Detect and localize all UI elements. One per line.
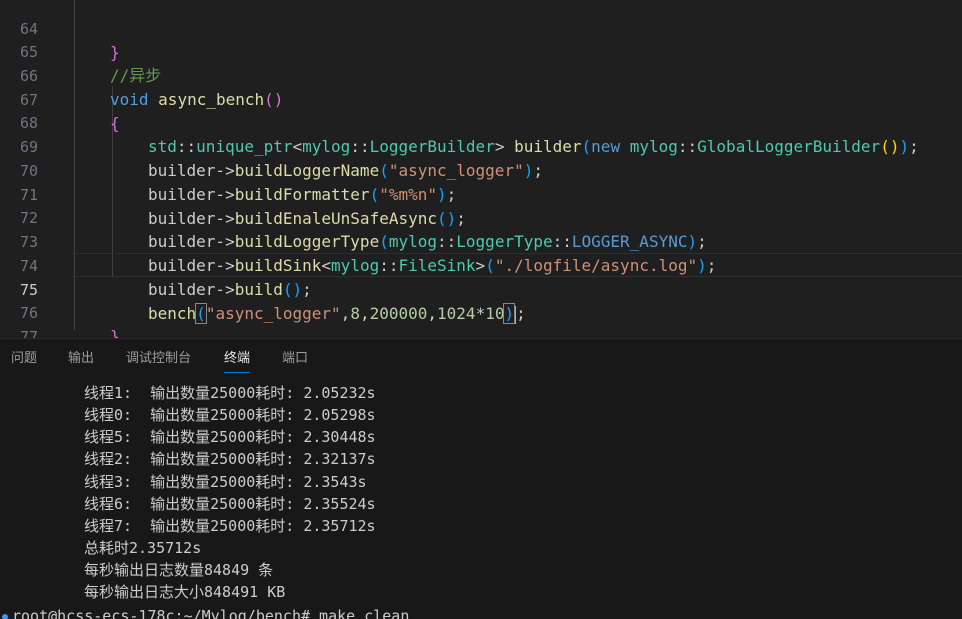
code-line-64[interactable]: 64 } — [0, 0, 962, 62]
tab-ports[interactable]: 端口 — [282, 347, 308, 372]
code-line-73[interactable]: 73 builder->buildSink<mylog::FileSink>("… — [0, 206, 962, 275]
command-status-icon[interactable] — [2, 613, 8, 619]
tab-terminal[interactable]: 终端 — [224, 347, 251, 373]
code-line-71[interactable]: 71 builder->buildEnaleUnSafeAsync(); — [0, 159, 962, 228]
code-line-72[interactable]: 72 builder->buildLoggerType(mylog::Logge… — [0, 182, 962, 251]
terminal-output[interactable]: 线程1: 输出数量25000耗时: 2.05232s 线程0: 输出数量2500… — [0, 380, 962, 619]
code-line-67[interactable]: 67 { — [0, 64, 962, 133]
terminal-line: 线程0: 输出数量25000耗时: 2.05298s — [84, 406, 376, 424]
code-line-77[interactable]: 77 — [0, 301, 962, 338]
code-line-76[interactable]: 76 } — [0, 277, 962, 338]
terminal-line: 线程1: 输出数量25000耗时: 2.05232s — [84, 384, 376, 402]
prompt-text: root@hcss-ecs-178c:~/Mylog/bench# make c… — [12, 607, 410, 619]
code-editor[interactable]: 64 } 65 //异步 66 void async_bench() 67 { … — [0, 0, 962, 338]
code-line-66[interactable]: 66 void async_bench() — [0, 40, 962, 109]
tab-output[interactable]: 输出 — [68, 347, 94, 372]
terminal-prompt[interactable]: root@hcss-ecs-178c:~/Mylog/bench# make c… — [2, 605, 409, 619]
code-line-69[interactable]: 69 builder->buildLoggerName("async_logge… — [0, 111, 962, 180]
code-line-65[interactable]: 65 //异步 — [0, 16, 962, 85]
terminal-line: 线程7: 输出数量25000耗时: 2.35712s — [84, 517, 376, 535]
terminal-line: 线程5: 输出数量25000耗时: 2.30448s — [84, 428, 376, 446]
code-line-78[interactable]: 78 } — [0, 324, 962, 338]
terminal-line: 线程6: 输出数量25000耗时: 2.35524s — [84, 495, 376, 513]
terminal-line: 线程2: 输出数量25000耗时: 2.32137s — [84, 450, 376, 468]
terminal-line: 总耗时2.35712s — [84, 539, 202, 557]
terminal-line: 线程3: 输出数量25000耗时: 2.3543s — [84, 473, 367, 491]
code-line-74[interactable]: 74 builder->build(); — [0, 230, 962, 299]
terminal-line: 每秒输出日志数量84849 条 — [84, 561, 274, 579]
code-line-68[interactable]: 68 std::unique_ptr<mylog::LoggerBuilder>… — [0, 87, 962, 156]
tab-debug-console[interactable]: 调试控制台 — [126, 347, 191, 372]
panel-tab-bar: 问题 输出 调试控制台 终端 端口 — [0, 339, 962, 375]
terminal-line: 每秒输出日志大小848491 KB — [84, 583, 286, 601]
tab-problems[interactable]: 问题 — [11, 347, 37, 372]
code-line-70[interactable]: 70 builder->buildFormatter("%m%n"); — [0, 135, 962, 204]
code-line-75[interactable]: 75 bench("async_logger",8,200000,1024*10… — [0, 254, 962, 324]
